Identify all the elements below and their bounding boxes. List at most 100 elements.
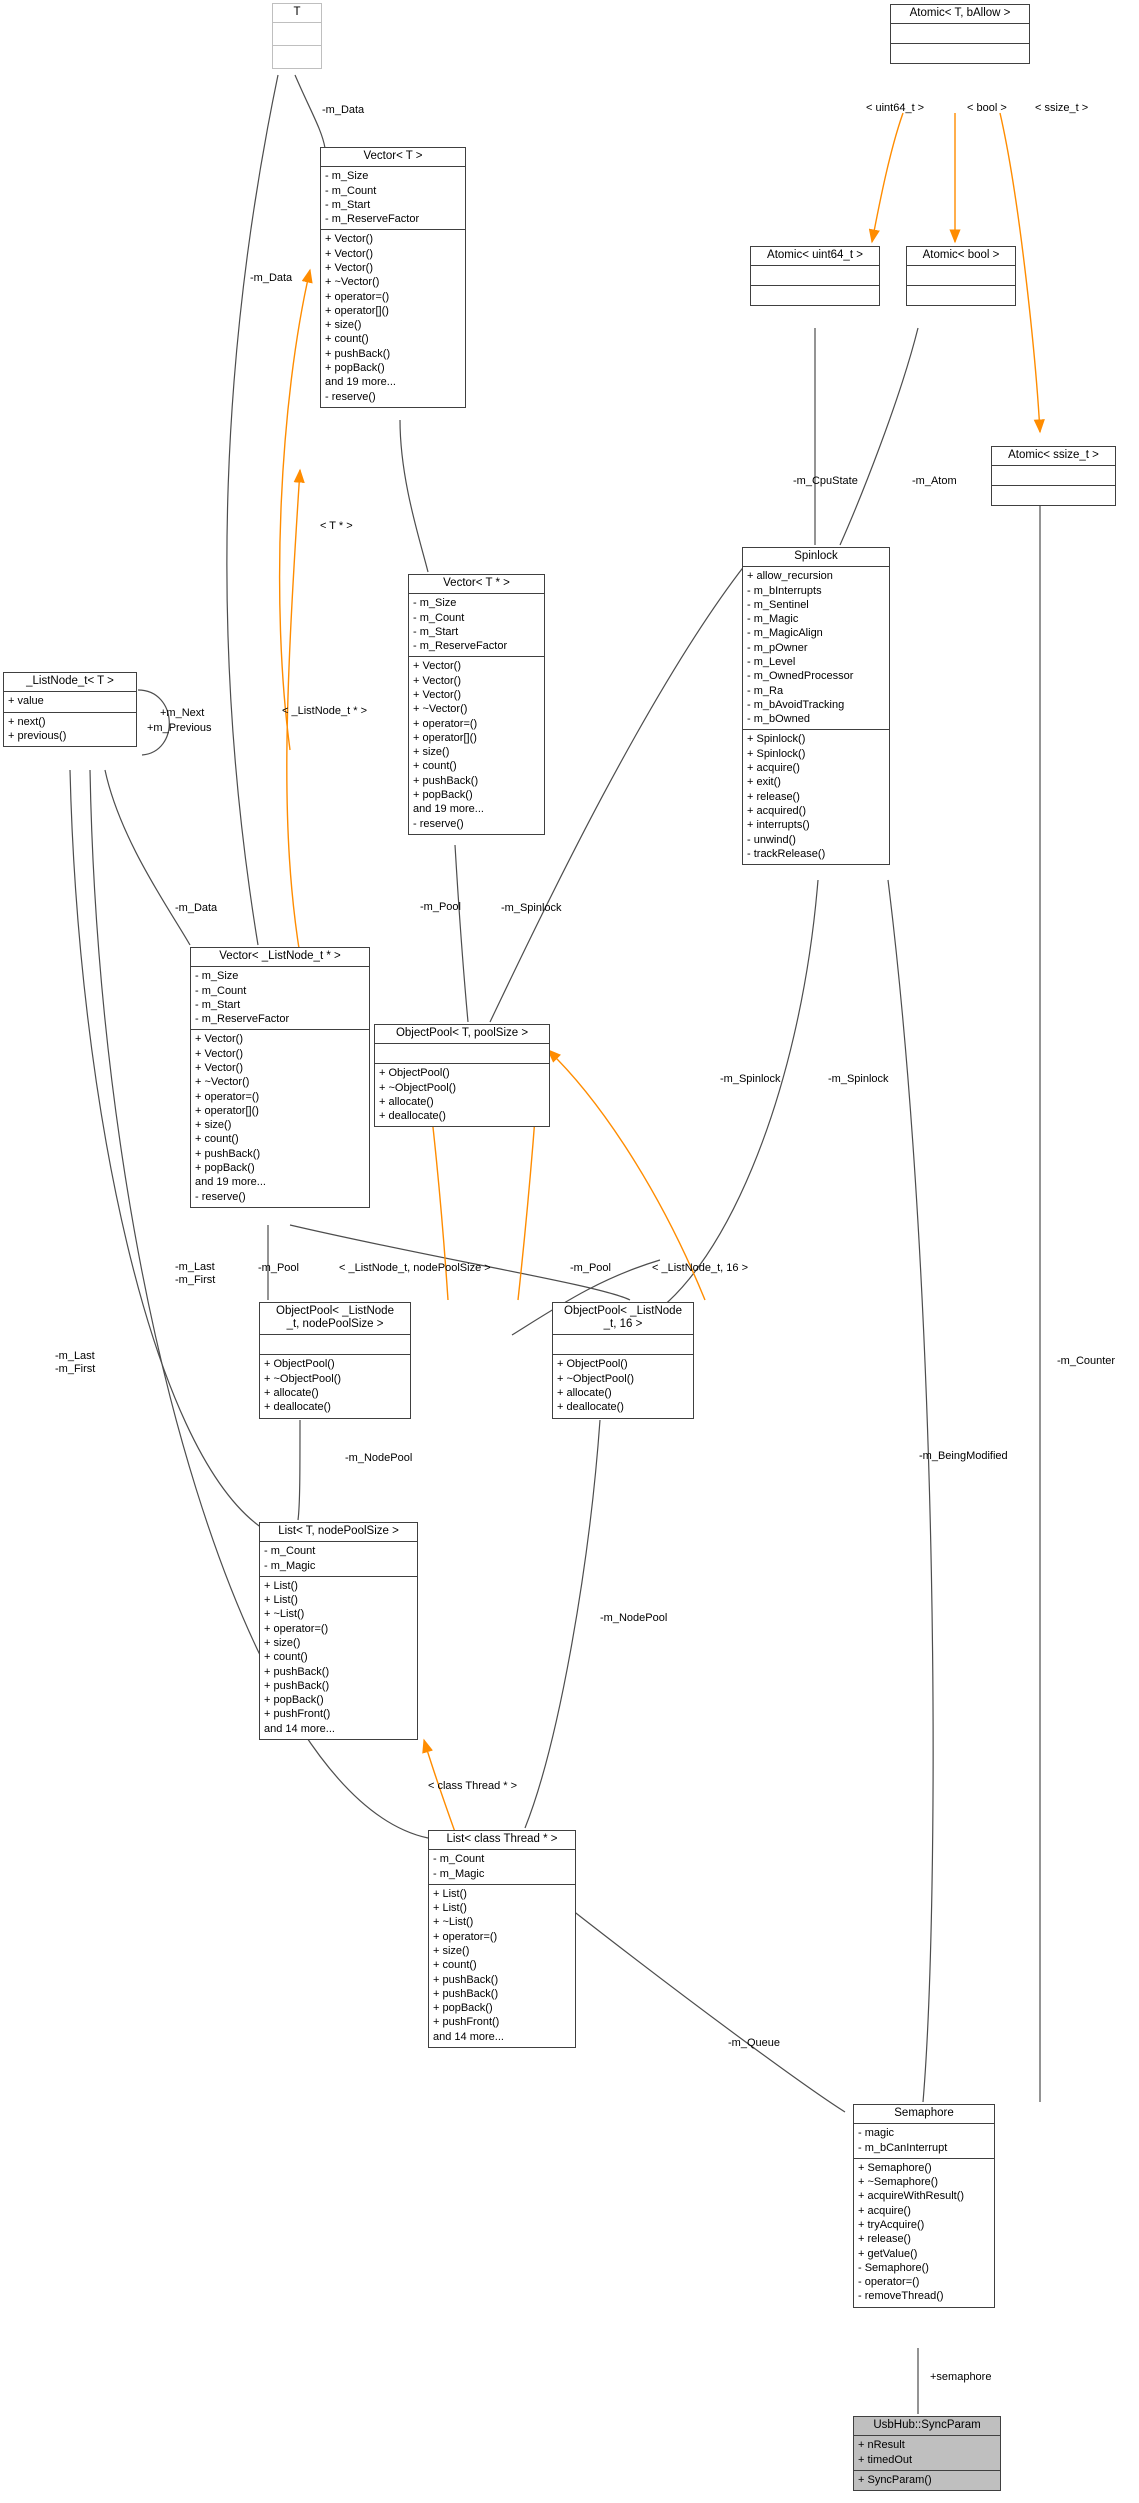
op: + size() bbox=[433, 1945, 470, 1957]
class-title: T bbox=[273, 4, 321, 24]
op: + acquire() bbox=[858, 2204, 911, 2217]
op: + next() bbox=[8, 715, 46, 728]
attr: - m_ReserveFactor bbox=[195, 1013, 290, 1026]
op: + List() bbox=[433, 1902, 467, 1915]
class-node-usbhub-syncparam[interactable]: UsbHub::SyncParam + nResult + timedOut +… bbox=[853, 2416, 1001, 2492]
op: + ObjectPool() bbox=[379, 1067, 450, 1080]
class-node-objectpool-generic[interactable]: ObjectPool< T, poolSize > + ObjectPool()… bbox=[374, 1024, 550, 1128]
class-title: _ListNode_t< T > bbox=[4, 673, 136, 693]
class-attributes bbox=[260, 1335, 410, 1356]
class-attributes bbox=[891, 24, 1029, 45]
edge-label-m-data-left: -m_Data bbox=[250, 272, 293, 284]
op: + pushFront() bbox=[433, 2016, 500, 2029]
class-operations: + Vector() + Vector() + Vector() + ~Vect… bbox=[409, 657, 544, 834]
class-node-atomic-ssize[interactable]: Atomic< ssize_t > bbox=[991, 446, 1116, 507]
template-label-uint64: < uint64_t > bbox=[866, 102, 925, 114]
op: + operator[]() bbox=[195, 1104, 259, 1117]
class-operations: + ObjectPool() + ~ObjectPool() + allocat… bbox=[260, 1355, 410, 1417]
op: + acquired() bbox=[747, 804, 807, 817]
attr: + nResult bbox=[858, 2439, 905, 2452]
op: + Spinlock() bbox=[747, 747, 806, 760]
class-operations bbox=[891, 44, 1029, 63]
op: + pushBack() bbox=[433, 1987, 499, 2000]
class-node-list-thread[interactable]: List< class Thread * > - m_Count - m_Mag… bbox=[428, 1830, 576, 2049]
op: + acquireWithResult() bbox=[858, 2190, 965, 2203]
attr: - m_Ra bbox=[747, 684, 784, 697]
edge-label-m-atom: -m_Atom bbox=[912, 475, 957, 487]
class-attributes bbox=[992, 466, 1115, 487]
class-node-atomic-generic[interactable]: Atomic< T, bAllow > bbox=[890, 4, 1030, 65]
op: + pushBack() bbox=[264, 1679, 330, 1692]
attr: - m_pOwner bbox=[747, 641, 808, 654]
op: + ~List() bbox=[264, 1608, 305, 1621]
class-node-objectpool-16[interactable]: ObjectPool< _ListNode _t, 16 > + ObjectP… bbox=[552, 1302, 694, 1419]
op: + allocate() bbox=[557, 1387, 612, 1400]
op: + Vector() bbox=[413, 660, 461, 673]
class-node-objectpool-nodepoolsize[interactable]: ObjectPool< _ListNode _t, nodePoolSize >… bbox=[259, 1302, 411, 1419]
template-label-class-thread: < class Thread * > bbox=[428, 1780, 518, 1792]
class-title: Atomic< T, bAllow > bbox=[891, 5, 1029, 25]
op: + Spinlock() bbox=[747, 733, 806, 746]
edge-label-m-last-b: -m_Last bbox=[55, 1350, 95, 1362]
op: - removeThread() bbox=[858, 2290, 944, 2303]
class-operations: + Vector() + Vector() + Vector() + ~Vect… bbox=[191, 1030, 369, 1207]
class-attributes: + nResult + timedOut bbox=[854, 2436, 1000, 2471]
op: and 14 more... bbox=[264, 1722, 335, 1735]
op: + allocate() bbox=[379, 1095, 434, 1108]
class-title: Atomic< bool > bbox=[907, 247, 1015, 267]
op: + count() bbox=[325, 333, 369, 346]
class-node-vector-t-ptr[interactable]: Vector< T * > - m_Size - m_Count - m_Sta… bbox=[408, 574, 545, 835]
op: + size() bbox=[195, 1119, 232, 1132]
attr: - m_Count bbox=[325, 184, 377, 197]
attr: - m_Magic bbox=[747, 613, 799, 626]
op: + operator=() bbox=[195, 1090, 260, 1103]
op: + pushBack() bbox=[264, 1665, 330, 1678]
op: and 19 more... bbox=[195, 1176, 266, 1189]
op: + ~ObjectPool() bbox=[557, 1372, 635, 1385]
op: + ~Semaphore() bbox=[858, 2176, 939, 2189]
op: + Vector() bbox=[325, 233, 373, 246]
edge-label-m-beingmodified: -m_BeingModified bbox=[919, 1450, 1008, 1462]
op: + size() bbox=[325, 319, 362, 332]
op: + count() bbox=[195, 1133, 239, 1146]
class-node-list-generic[interactable]: List< T, nodePoolSize > - m_Count - m_Ma… bbox=[259, 1522, 418, 1741]
class-title: List< T, nodePoolSize > bbox=[260, 1523, 417, 1543]
op: + operator=() bbox=[433, 1930, 498, 1943]
class-title: ObjectPool< _ListNode _t, 16 > bbox=[553, 1303, 693, 1336]
attr: - m_Size bbox=[413, 597, 457, 610]
op: + exit() bbox=[747, 776, 781, 789]
attr: - m_Start bbox=[413, 625, 459, 638]
class-title-line2: _t, 16 > bbox=[603, 1318, 643, 1331]
edge-label-m-next: +m_Next bbox=[160, 707, 205, 719]
attr: - m_Start bbox=[325, 198, 371, 211]
op: + acquire() bbox=[747, 762, 800, 775]
class-node-vector-listnode-ptr[interactable]: Vector< _ListNode_t * > - m_Size - m_Cou… bbox=[190, 947, 370, 1208]
op: + count() bbox=[433, 1959, 477, 1972]
op: + pushFront() bbox=[264, 1708, 331, 1721]
class-operations bbox=[273, 46, 321, 68]
op: + operator=() bbox=[325, 290, 390, 303]
template-label-listnode-16: < _ListNode_t, 16 > bbox=[652, 1262, 749, 1274]
class-attributes bbox=[907, 266, 1015, 287]
op: + ~Vector() bbox=[325, 276, 380, 289]
op: - reserve() bbox=[195, 1190, 246, 1203]
class-node-listnode-t[interactable]: _ListNode_t< T > + value + next() + prev… bbox=[3, 672, 137, 748]
class-node-semaphore[interactable]: Semaphore - magic - m_bCanInterrupt + Se… bbox=[853, 2104, 995, 2308]
op: - reserve() bbox=[413, 817, 464, 830]
class-node-atomic-bool[interactable]: Atomic< bool > bbox=[906, 246, 1016, 307]
class-node-atomic-uint64[interactable]: Atomic< uint64_t > bbox=[750, 246, 880, 307]
edge-label-m-counter: -m_Counter bbox=[1057, 1355, 1116, 1367]
attr: + allow_recursion bbox=[747, 570, 833, 583]
op: + SyncParam() bbox=[858, 2473, 932, 2486]
class-title: Vector< T * > bbox=[409, 575, 544, 595]
class-node-t[interactable]: T bbox=[272, 3, 322, 70]
edge-label-m-first-b: -m_First bbox=[55, 1363, 96, 1375]
class-title: Atomic< ssize_t > bbox=[992, 447, 1115, 467]
op: + popBack() bbox=[264, 1694, 324, 1707]
attr: - m_Count bbox=[433, 1853, 485, 1866]
class-operations bbox=[992, 486, 1115, 505]
op: + ObjectPool() bbox=[264, 1358, 335, 1371]
op: + pushBack() bbox=[195, 1147, 261, 1160]
class-node-vector-t[interactable]: Vector< T > - m_Size - m_Count - m_Start… bbox=[320, 147, 466, 408]
class-node-spinlock[interactable]: Spinlock + allow_recursion - m_bInterrup… bbox=[742, 547, 890, 866]
